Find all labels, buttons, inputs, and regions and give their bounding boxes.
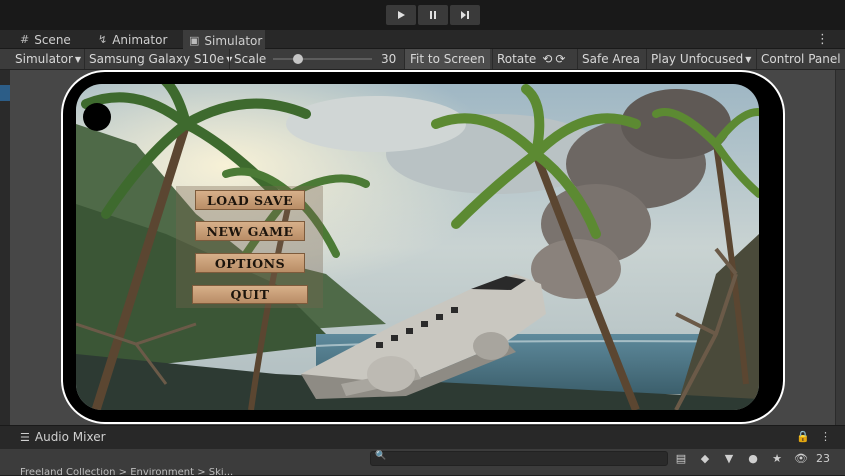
project-filter-icons: ▤ ◆ ▼ ● ★ 👁 23 [672, 450, 830, 467]
rotate-right-icon[interactable]: ⟳ [555, 52, 565, 66]
fit-to-screen-button[interactable]: Fit to Screen [404, 49, 490, 69]
tab-animator-label: Animator [112, 32, 168, 47]
quit-button[interactable]: QUIT [192, 285, 308, 304]
scale-slider-handle[interactable] [293, 54, 303, 64]
new-game-button[interactable]: NEW GAME [195, 221, 305, 241]
bottom-tab-bar: ☰ Audio Mixer 🔒 ⋮ [0, 425, 845, 449]
selected-row-indicator [0, 85, 10, 101]
play-mode-dropdown-label: Play Unfocused [651, 52, 744, 66]
project-toolbar: 🔍 ▤ ◆ ▼ ● ★ 👁 23 Freeland Collection > E… [0, 449, 845, 476]
scale-value: 30 [381, 52, 397, 66]
safe-area-button[interactable]: Safe Area [577, 49, 644, 69]
search-icon: 🔍 [375, 451, 387, 461]
device-dropdown-label: Samsung Galaxy S10e [89, 52, 225, 66]
options-button[interactable]: OPTIONS [195, 253, 305, 273]
tab-scene[interactable]: # Scene [14, 30, 77, 49]
tab-scene-label: Scene [34, 32, 71, 47]
tab-simulator[interactable]: ▣ Simulator [183, 30, 265, 49]
search-input[interactable]: 🔍 [370, 451, 668, 466]
rotate-left-icon[interactable]: ⟲ [542, 52, 552, 66]
device-dropdown[interactable]: Samsung Galaxy S10e ▼ [84, 49, 236, 69]
scale-label: Scale [229, 49, 270, 69]
mode-dropdown[interactable]: Simulator ▼ [11, 49, 85, 69]
load-save-button[interactable]: LOAD SAVE [195, 190, 305, 210]
scale-slider-track[interactable] [273, 58, 372, 60]
chevron-down-icon: ▼ [74, 54, 82, 64]
chevron-down-icon: ▼ [745, 54, 752, 64]
step-button[interactable] [450, 5, 480, 25]
playback-controls [386, 5, 480, 25]
left-panel-strip [0, 70, 10, 425]
tab-audio-mixer[interactable]: ☰ Audio Mixer [20, 430, 106, 444]
tab-audio-mixer-label: Audio Mixer [34, 430, 106, 444]
editor-tab-bar: # Scene ↯ Animator ▣ Simulator ⋮ [0, 30, 845, 49]
play-mode-dropdown[interactable]: Play Unfocused ▼ [646, 49, 755, 69]
bottom-tab-icons: 🔒 ⋮ [796, 430, 831, 443]
hidden-packages-icon[interactable]: 👁 [792, 450, 810, 467]
mixer-icon: ☰ [20, 430, 30, 444]
mode-dropdown-label: Simulator [15, 52, 73, 66]
top-play-bar [0, 0, 845, 30]
filter-by-label-icon[interactable]: ▼ [720, 450, 738, 467]
filter-by-type-icon[interactable]: ◆ [696, 450, 714, 467]
grid-icon: # [20, 33, 30, 46]
more-options-icon[interactable]: ⋮ [820, 430, 831, 443]
rotate-label: Rotate [497, 52, 537, 66]
play-button[interactable] [386, 5, 416, 25]
rotate-control: Rotate ⟲ ⟳ [492, 49, 569, 69]
front-camera-cutout [83, 103, 111, 131]
warning-filter-icon[interactable]: ● [744, 450, 762, 467]
tab-simulator-label: Simulator [204, 33, 263, 48]
tab-animator[interactable]: ↯ Animator [92, 30, 173, 49]
animator-icon: ↯ [98, 33, 108, 46]
simulator-icon: ▣ [189, 34, 200, 47]
right-panel-strip [835, 70, 845, 425]
play-icon [398, 11, 405, 19]
scene-search-icon[interactable]: ▤ [672, 450, 690, 467]
pause-button[interactable] [418, 5, 448, 25]
pause-icon [430, 11, 436, 19]
step-icon [461, 11, 469, 19]
lock-icon[interactable]: 🔒 [796, 430, 810, 443]
more-options-icon[interactable]: ⋮ [816, 32, 829, 47]
favorite-icon[interactable]: ★ [768, 450, 786, 467]
simulator-toolbar: Simulator ▼ Samsung Galaxy S10e ▼ Scale 30… [0, 49, 845, 70]
hidden-count: 23 [816, 452, 830, 465]
control-panel-button[interactable]: Control Panel [756, 49, 845, 69]
